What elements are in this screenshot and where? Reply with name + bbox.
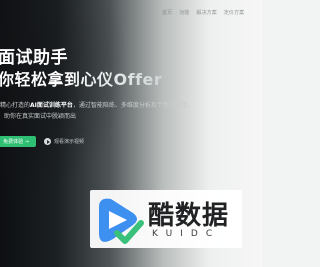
nav-item-home[interactable]: 首页 bbox=[162, 9, 172, 16]
free-trial-button[interactable]: 免费体验 → bbox=[0, 136, 36, 147]
hero-subtitle: 你轻松拿到心仪Offer bbox=[0, 66, 162, 90]
kuidc-logo-icon bbox=[99, 198, 144, 244]
watch-demo-label: 观看演示视频 bbox=[54, 139, 85, 145]
watermark-subtitle: KUIDC bbox=[152, 229, 221, 239]
desc-highlight: AI面试训练平台 bbox=[30, 102, 73, 109]
hero-description: 精心打造的AI面试训练平台，通过智能陪练、多维度分析及个性化反馈， 助你在真实面… bbox=[0, 100, 193, 122]
landing-page: 首页 功能 解决方案 定价方案 面试助手 你轻松拿到心仪Offer 精心打造的A… bbox=[0, 0, 262, 267]
nav-item-features[interactable]: 功能 bbox=[179, 9, 189, 16]
desc-suffix: ，通过智能陪练、多维度分析及个性化反馈， bbox=[72, 102, 193, 109]
hero-description-line2: 助你在真实面试中脱颖而出 bbox=[4, 113, 77, 120]
watch-demo-button[interactable]: 观看演示视频 bbox=[44, 136, 84, 147]
watermark-overlay: 酷数据 KUIDC bbox=[90, 190, 242, 248]
desc-prefix: 精心打造的 bbox=[0, 102, 31, 109]
nav-item-pricing[interactable]: 定价方案 bbox=[224, 9, 244, 16]
top-nav: 首页 功能 解决方案 定价方案 bbox=[162, 9, 244, 16]
hero-title: 面试助手 bbox=[0, 48, 68, 68]
watermark-name: 酷数据 bbox=[148, 201, 230, 231]
hero-description-line1: 精心打造的AI面试训练平台，通过智能陪练、多维度分析及个性化反馈， bbox=[0, 100, 193, 111]
play-icon bbox=[44, 138, 51, 145]
nav-item-solutions[interactable]: 解决方案 bbox=[196, 9, 216, 16]
